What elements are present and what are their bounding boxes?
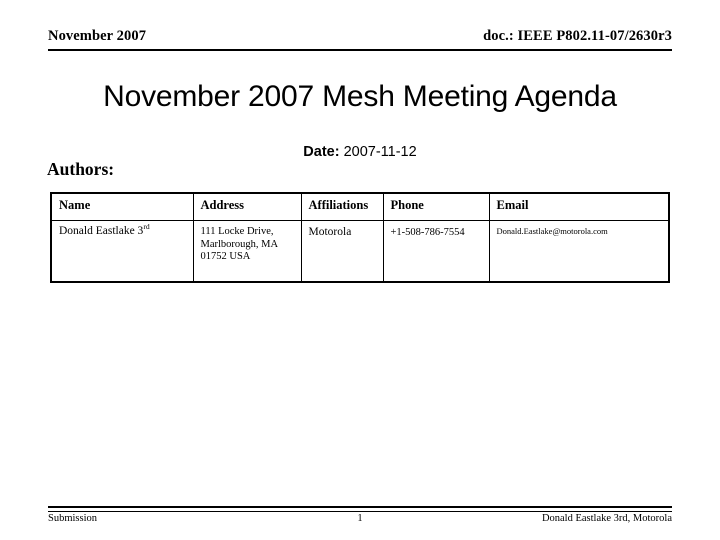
header-document-number: doc.: IEEE P802.11-07/2630r3 (483, 28, 672, 44)
cell-author-phone: +1-508-786-7554 (382, 220, 490, 283)
cell-author-affiliation: Motorola (300, 220, 384, 283)
column-header-affiliations: Affiliations (300, 192, 384, 221)
date-value: 2007-11-12 (343, 144, 417, 160)
cell-author-address: 111 Locke Drive, Marlborough, MA 01752 U… (192, 220, 302, 283)
cell-author-email: Donald.Eastlake@motorola.com (488, 220, 670, 283)
table-row: Donald Eastlake 3rd 111 Locke Drive, Mar… (50, 220, 670, 283)
column-header-name: Name (50, 192, 194, 221)
authors-label: Authors: (47, 159, 115, 179)
address-line-3: 01752 USA (200, 251, 251, 262)
column-header-address: Address (192, 192, 302, 221)
page-title: November 2007 Mesh Meeting Agenda (103, 80, 617, 113)
header-date-text: November 2007 (48, 28, 147, 44)
column-header-email: Email (488, 192, 670, 221)
author-name-text: Donald Eastlake 3 (59, 225, 144, 237)
author-name-ordinal: rd (143, 222, 150, 232)
footer-rule-thick (48, 506, 672, 508)
date-label: Date: (303, 144, 340, 160)
cell-author-name: Donald Eastlake 3rd (50, 220, 194, 283)
document-footer: 1 Submission Donald Eastlake 3rd, Motoro… (48, 512, 672, 528)
header-rule (48, 49, 672, 51)
date-line: Date: 2007-11-12 (180, 143, 540, 161)
slide-page: November 2007 doc.: IEEE P802.11-07/2630… (0, 0, 720, 540)
table-header-row: Name Address Affiliations Phone Email (50, 192, 670, 221)
footer-author-affiliation: Donald Eastlake 3rd, Motorola (541, 513, 672, 524)
address-line-1: 111 Locke Drive, (200, 226, 274, 237)
column-header-phone: Phone (382, 192, 490, 221)
address-line-2: Marlborough, MA (200, 238, 279, 250)
footer-submission-label: Submission (48, 513, 98, 524)
authors-table: Name Address Affiliations Phone Email Do… (50, 192, 670, 283)
